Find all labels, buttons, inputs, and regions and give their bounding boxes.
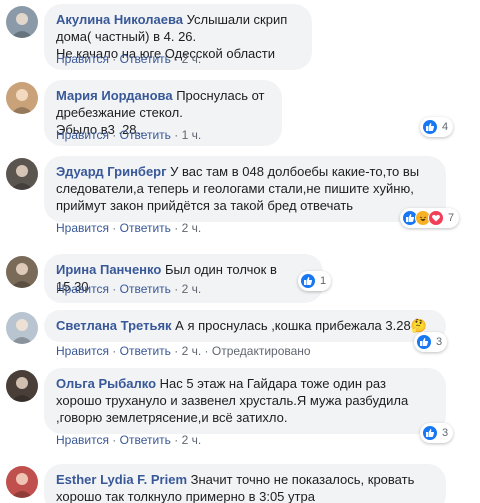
like-link[interactable]: Нравится — [56, 221, 109, 235]
avatar[interactable] — [6, 158, 38, 190]
separator-dot: · — [170, 52, 182, 66]
separator-dot: · — [170, 128, 182, 142]
comment-timestamp[interactable]: 2 ч. — [182, 433, 202, 447]
comment-author[interactable]: Эдуард Гринберг — [56, 164, 167, 179]
comment-timestamp[interactable]: 2 ч. — [182, 221, 202, 235]
separator-dot: · — [108, 433, 120, 447]
comment-author[interactable]: Светлана Третьяк — [56, 318, 172, 333]
separator-dot: · — [170, 433, 182, 447]
comment-text-line: Значит точно не показалось, кровать — [190, 472, 415, 487]
separator-dot: · — [108, 344, 120, 358]
separator-dot: · — [108, 282, 120, 296]
like-reaction-icon — [416, 334, 432, 350]
like-link[interactable]: Нравится — [56, 344, 109, 358]
avatar[interactable] — [6, 82, 38, 114]
avatar[interactable] — [6, 256, 38, 288]
separator-dot: · — [170, 221, 182, 235]
comment-text-line: ,говорю землетрясение,и всё затихло. — [56, 410, 288, 425]
comment-text-line: А я проснулась ,кошка прибежала 3.28🤔 — [175, 318, 427, 333]
avatar[interactable] — [6, 370, 38, 402]
edited-label[interactable]: Отредактировано — [212, 344, 311, 358]
like-link[interactable]: Нравится — [56, 433, 109, 447]
comment-bubble: Esther Lydia F. Priem Значит точно не по… — [44, 464, 446, 503]
separator-dot: · — [170, 344, 182, 358]
reply-link[interactable]: Ответить — [120, 344, 171, 358]
comment-author[interactable]: Ольга Рыбалко — [56, 376, 156, 391]
reactions-badge[interactable]: 3 — [414, 332, 448, 352]
comment-bubble: Эдуард Гринберг У вас там в 048 долбоебы… — [44, 156, 446, 222]
comment-text-line: Нас 5 этаж на Гайдара тоже один раз — [159, 376, 386, 391]
like-reaction-icon — [300, 273, 316, 289]
comment-bubble: Ольга Рыбалко Нас 5 этаж на Гайдара тоже… — [44, 368, 446, 434]
comment-timestamp[interactable]: 2 ч. — [182, 52, 202, 66]
comment-text-line: хорошо так толкнуло примерно в 3:05 утра — [56, 489, 315, 503]
avatar[interactable] — [6, 6, 38, 38]
comment-text-line: хорошо трухануло и зазвенел хрусталь.Я м… — [56, 393, 409, 408]
comment-actions: Нравится · Ответить · 1 ч. — [56, 128, 201, 142]
like-reaction-icon — [422, 119, 438, 135]
reaction-count: 3 — [442, 427, 449, 439]
reply-link[interactable]: Ответить — [120, 282, 171, 296]
comment-actions: Нравится · Ответить · 2 ч. — [56, 52, 201, 66]
reply-link[interactable]: Ответить — [120, 128, 171, 142]
reactions-badge[interactable]: 7 — [400, 208, 460, 228]
reaction-count: 3 — [436, 336, 443, 348]
like-link[interactable]: Нравится — [56, 52, 109, 66]
comment-text-line: следователи,а теперь и геологами стали,н… — [56, 181, 414, 196]
reply-link[interactable]: Ответить — [120, 52, 171, 66]
comment-actions: Нравится · Ответить · 2 ч. — [56, 433, 201, 447]
comment-timestamp[interactable]: 2 ч. — [182, 344, 202, 358]
comment-timestamp[interactable]: 2 ч. — [182, 282, 202, 296]
love-reaction-icon — [428, 210, 444, 226]
comment-text-line: приймут закон прийдётся за такой бред от… — [56, 198, 354, 213]
comment-timestamp[interactable]: 1 ч. — [182, 128, 202, 142]
comment-actions: Нравится · Ответить · 2 ч. — [56, 282, 201, 296]
separator-dot: · — [108, 52, 120, 66]
avatar[interactable] — [6, 312, 38, 344]
reaction-count: 7 — [448, 212, 455, 224]
reactions-badge[interactable]: 1 — [298, 271, 332, 291]
comment-author[interactable]: Esther Lydia F. Priem — [56, 472, 187, 487]
like-link[interactable]: Нравится — [56, 282, 109, 296]
like-link[interactable]: Нравится — [56, 128, 109, 142]
comment-bubble: Светлана Третьяк А я проснулась ,кошка п… — [44, 310, 446, 342]
separator-dot: · — [108, 221, 120, 235]
reply-link[interactable]: Ответить — [120, 221, 171, 235]
separator-dot: · — [108, 128, 120, 142]
avatar[interactable] — [6, 466, 38, 498]
reply-link[interactable]: Ответить — [120, 433, 171, 447]
reaction-count: 1 — [320, 275, 327, 287]
comment-text-line: У вас там в 048 долбоебы какие-то,то вы — [170, 164, 420, 179]
reactions-badge[interactable]: 3 — [420, 423, 454, 443]
comment-author[interactable]: Акулина Николаева — [56, 12, 183, 27]
comment-actions: Нравится · Ответить · 2 ч. — [56, 221, 201, 235]
separator-dot: · — [201, 344, 212, 358]
reactions-badge[interactable]: 4 — [420, 117, 454, 137]
comment-author[interactable]: Мария Иорданова — [56, 88, 173, 103]
like-reaction-icon — [422, 425, 438, 441]
comment-author[interactable]: Ирина Панченко — [56, 262, 161, 277]
separator-dot: · — [170, 282, 182, 296]
reaction-count: 4 — [442, 121, 449, 133]
comment-actions: Нравится · Ответить · 2 ч. · Отредактиро… — [56, 344, 311, 358]
